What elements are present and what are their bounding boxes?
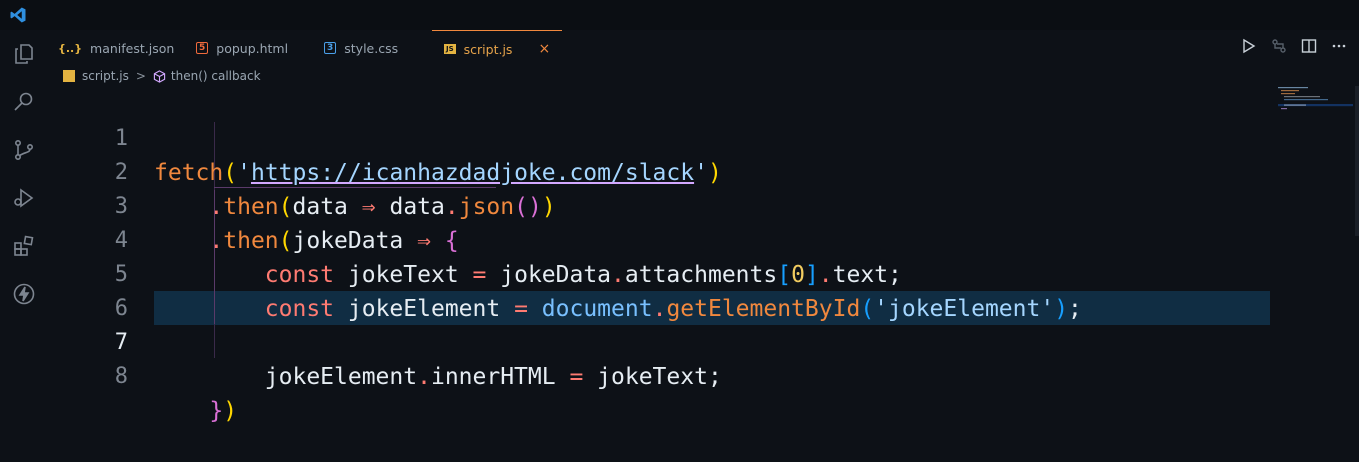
code-token: jokeElement bbox=[264, 364, 418, 390]
line-number: 8 bbox=[114, 364, 128, 389]
code-token: } bbox=[209, 398, 224, 424]
code-line: 5 const jokeElement = document.getElemen… bbox=[48, 224, 1270, 322]
editor-tabs: {..} manifest.json 5 popup.html 3 style.… bbox=[48, 30, 1359, 67]
tab-style-css[interactable]: 3 style.css bbox=[324, 30, 430, 66]
extensions-icon[interactable] bbox=[12, 234, 36, 258]
tab-script-js[interactable]: JS script.js × bbox=[432, 30, 562, 67]
minimap[interactable] bbox=[1278, 86, 1353, 116]
method-cube-icon bbox=[153, 69, 166, 83]
close-icon[interactable]: × bbox=[538, 41, 550, 57]
code-line: 4 const jokeText = jokeData.attachments[… bbox=[48, 190, 1270, 288]
thunder-client-icon[interactable] bbox=[12, 282, 36, 306]
tab-label: popup.html bbox=[216, 40, 289, 56]
compare-changes-icon[interactable] bbox=[1271, 38, 1287, 54]
code-editor[interactable]: 1 fetch('https://icanhazdadjoke.com/slac… bbox=[48, 88, 1318, 454]
code-line: 6 bbox=[48, 258, 1270, 321]
tab-label: manifest.json bbox=[90, 40, 175, 56]
code-token: ; bbox=[707, 364, 722, 390]
tab-manifest-json[interactable]: {..} manifest.json bbox=[58, 30, 186, 66]
tab-label: script.js bbox=[463, 41, 513, 57]
activity-bar bbox=[0, 30, 48, 454]
editor-actions bbox=[1241, 38, 1347, 54]
tab-popup-html[interactable]: 5 popup.html bbox=[196, 30, 316, 66]
js-file-icon bbox=[63, 70, 75, 82]
code-line: 2 .then(data ⇒ data.json()) bbox=[48, 122, 1270, 220]
code-token: ) bbox=[223, 398, 238, 424]
run-icon[interactable] bbox=[1241, 38, 1257, 54]
breadcrumb-separator: > bbox=[135, 69, 146, 83]
breadcrumb-file[interactable]: script.js bbox=[82, 69, 129, 83]
tab-label: style.css bbox=[344, 40, 399, 56]
code-line-current: 7 jokeElement.innerHTML = jokeText; bbox=[48, 292, 1270, 390]
code-line: 3 .then(jokeData ⇒ { bbox=[48, 156, 1270, 254]
code-line: 8 }) bbox=[48, 326, 1270, 424]
code-token: innerHTML bbox=[430, 364, 556, 390]
split-editor-icon[interactable] bbox=[1301, 38, 1317, 54]
css-file-icon: 3 bbox=[324, 42, 337, 54]
code-token: . bbox=[417, 364, 431, 390]
code-token: jokeText bbox=[597, 364, 708, 390]
breadcrumb: script.js > then() callback bbox=[63, 67, 261, 85]
explorer-icon[interactable] bbox=[12, 42, 36, 66]
html-file-icon: 5 bbox=[196, 42, 209, 54]
vscode-logo-icon bbox=[10, 7, 26, 23]
more-actions-icon[interactable] bbox=[1331, 38, 1347, 54]
source-control-icon[interactable] bbox=[12, 138, 36, 162]
breadcrumb-symbol[interactable]: then() callback bbox=[171, 69, 261, 83]
vertical-scrollbar[interactable] bbox=[1355, 86, 1359, 236]
title-bar bbox=[0, 0, 1359, 30]
json-file-icon: {..} bbox=[58, 41, 83, 55]
js-file-icon: JS bbox=[444, 44, 456, 54]
run-debug-icon[interactable] bbox=[12, 186, 36, 210]
code-token: = bbox=[569, 364, 584, 390]
code-line: 1 fetch('https://icanhazdadjoke.com/slac… bbox=[48, 88, 1270, 186]
search-icon[interactable] bbox=[12, 90, 36, 114]
